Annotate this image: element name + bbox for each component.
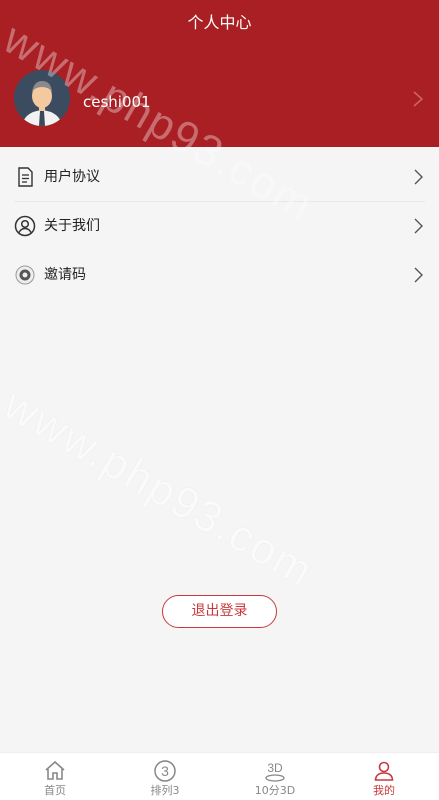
chevron-right-icon [413,91,424,107]
svg-text:3D: 3D [267,761,283,775]
user-circle-icon [14,215,36,237]
menu-item-label: 用户协议 [44,169,100,185]
menu-list: 用户协议 关于我们 邀请码 [0,153,439,300]
menu-item-label: 关于我们 [44,218,100,234]
home-icon [45,760,65,780]
tab-label: 首页 [44,784,66,797]
tab-10fen3d[interactable]: 3D 10分3D [220,753,330,800]
tab-pailie3[interactable]: 3 排列3 [110,753,220,800]
avatar [14,70,70,126]
tab-label: 10分3D [254,784,296,797]
3d-icon: 3D [265,761,285,782]
tab-mine[interactable]: 我的 [329,753,439,800]
menu-item-about-us[interactable]: 关于我们 [0,202,439,251]
chevron-right-icon [414,218,423,234]
menu-item-label: 邀请码 [44,267,86,283]
page-title: 个人中心 [187,13,252,32]
person-icon [374,761,394,781]
svg-text:3: 3 [161,763,169,779]
menu-item-user-agreement[interactable]: 用户协议 [0,153,439,202]
document-icon [18,167,33,187]
tab-label: 我的 [373,784,395,797]
tab-label: 排列3 [150,784,180,797]
circle-3-icon: 3 [154,760,176,782]
chevron-right-icon [414,169,423,185]
invite-code-icon [15,265,35,285]
chevron-right-icon [414,267,423,283]
tab-home[interactable]: 首页 [0,753,110,800]
profile-header: 个人中心 ceshi001 [0,0,439,147]
watermark: www.php93.com [0,380,323,597]
logout-button[interactable]: 退出登录 [162,595,277,628]
profile-row[interactable]: ceshi001 [0,70,439,132]
username: ceshi001 [83,93,151,111]
bottom-tab-bar: 首页 3 排列3 3D 10分3D 我的 [0,752,439,800]
menu-item-invite-code[interactable]: 邀请码 [0,251,439,300]
